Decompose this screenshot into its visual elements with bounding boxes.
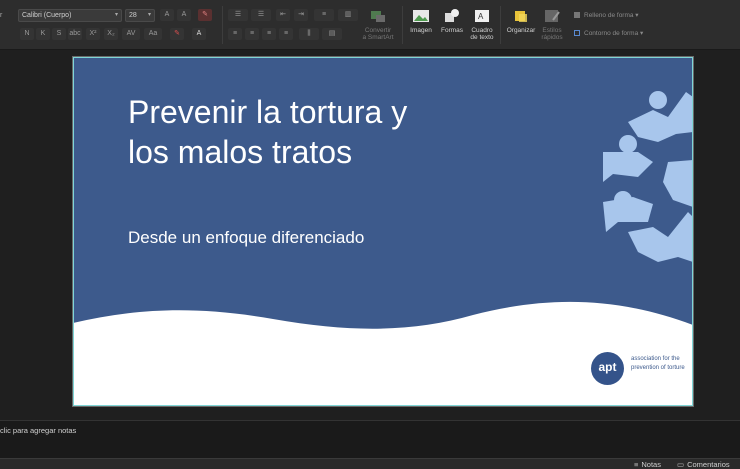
align-right-icon[interactable]: ≡ [262, 28, 276, 40]
quick-styles-label: Estilos rápidos [541, 27, 563, 41]
numbering-icon[interactable]: ☰ [251, 9, 271, 21]
apt-logo: apt [591, 352, 624, 385]
font-size-value: 28 [129, 12, 137, 19]
decrease-indent-icon[interactable]: ⇤ [276, 9, 290, 21]
char-spacing-button[interactable]: AV [122, 28, 140, 40]
align-left-icon[interactable]: ≡ [228, 28, 242, 40]
image-button[interactable]: Imagen [406, 8, 436, 34]
notes-placeholder[interactable]: clic para agregar notas [0, 426, 76, 435]
textbox-icon: A [468, 8, 496, 24]
subscript-button[interactable]: X₂ [104, 28, 118, 40]
bold-button[interactable]: N [20, 28, 34, 40]
styles-icon [538, 8, 566, 24]
shapes-label: Formas [440, 27, 464, 34]
fill-icon [574, 12, 580, 19]
slide-subtitle[interactable]: Desde un enfoque diferenciado [128, 227, 428, 249]
notes-toggle-label: Notas [641, 460, 661, 469]
change-case-button[interactable]: Aa [144, 28, 162, 40]
align-text-icon[interactable]: ▤ [322, 28, 342, 40]
arrange-label: Organizar [506, 27, 536, 34]
clear-format-button[interactable]: ✎ [198, 9, 212, 21]
comments-label: Comentarios [687, 460, 730, 469]
italic-button[interactable]: K [36, 28, 50, 40]
font-size-select[interactable]: 28 ▾ [125, 9, 155, 22]
ribbon-toolbar: r Calibri (Cuerpo) ▾ 28 ▾ A A ✎ N K S abc … [0, 0, 740, 50]
increase-indent-icon[interactable]: ⇥ [294, 9, 308, 21]
font-name-value: Calibri (Cuerpo) [22, 12, 72, 19]
notes-icon: ≡ [634, 460, 639, 469]
quick-styles-button[interactable]: Estilos rápidos [538, 8, 566, 41]
textbox-button[interactable]: A Cuadro de texto [468, 8, 496, 41]
font-color-icon[interactable]: A [192, 28, 206, 40]
outline-icon [574, 30, 580, 37]
comments-icon: ▭ [677, 460, 685, 469]
smartart-icon [358, 8, 398, 24]
shapes-button[interactable]: Formas [438, 8, 466, 34]
columns-icon[interactable]: ▥ [338, 9, 358, 21]
arrange-button[interactable]: Organizar [504, 8, 538, 34]
notes-pane[interactable]: clic para agregar notas [0, 420, 740, 458]
svg-text:A: A [478, 12, 484, 21]
org-name-text: association for the prevention of tortur… [631, 356, 685, 371]
bullets-icon[interactable]: ☰ [228, 9, 248, 21]
convert-smartart-label: Convertir a SmartArt [362, 27, 394, 41]
convert-smartart-button[interactable]: Convertir a SmartArt [358, 8, 398, 41]
align-center-icon[interactable]: ≡ [245, 28, 259, 40]
image-icon [406, 8, 436, 24]
highlight-icon[interactable]: ✎ [170, 28, 184, 40]
shape-outline-label: Contorno de forma [584, 30, 639, 37]
line-spacing-icon[interactable]: ≡ [314, 9, 334, 21]
arrange-icon [504, 8, 538, 24]
superscript-button[interactable]: X² [86, 28, 100, 40]
shape-outline-button[interactable]: Contorno de forma ▾ [574, 29, 643, 37]
shrink-font-button[interactable]: A [177, 9, 191, 21]
underline-button[interactable]: S [52, 28, 66, 40]
text-direction-icon[interactable]: ⫼ [299, 28, 319, 40]
justify-icon[interactable]: ≡ [279, 28, 293, 40]
font-name-select[interactable]: Calibri (Cuerpo) ▾ [18, 9, 122, 22]
shapes-icon [438, 8, 466, 24]
status-bar: ≡ Notas ▭ Comentarios [0, 458, 740, 469]
shape-fill-label: Relleno de forma [584, 12, 634, 19]
textbox-label: Cuadro de texto [470, 27, 494, 41]
shape-fill-button[interactable]: Relleno de forma ▾ [574, 11, 639, 19]
notes-toggle-button[interactable]: ≡ Notas [634, 460, 661, 469]
slide-canvas[interactable]: Prevenir la tortura y los malos tratos D… [73, 57, 693, 406]
image-label: Imagen [410, 27, 432, 34]
figures-graphic [603, 91, 693, 262]
grow-font-button[interactable]: A [160, 9, 174, 21]
left-edge-mark: r [0, 12, 3, 19]
comments-button[interactable]: ▭ Comentarios [677, 460, 730, 469]
strikethrough-button[interactable]: abc [68, 28, 82, 40]
slide-title[interactable]: Prevenir la tortura y los malos tratos [128, 92, 428, 172]
